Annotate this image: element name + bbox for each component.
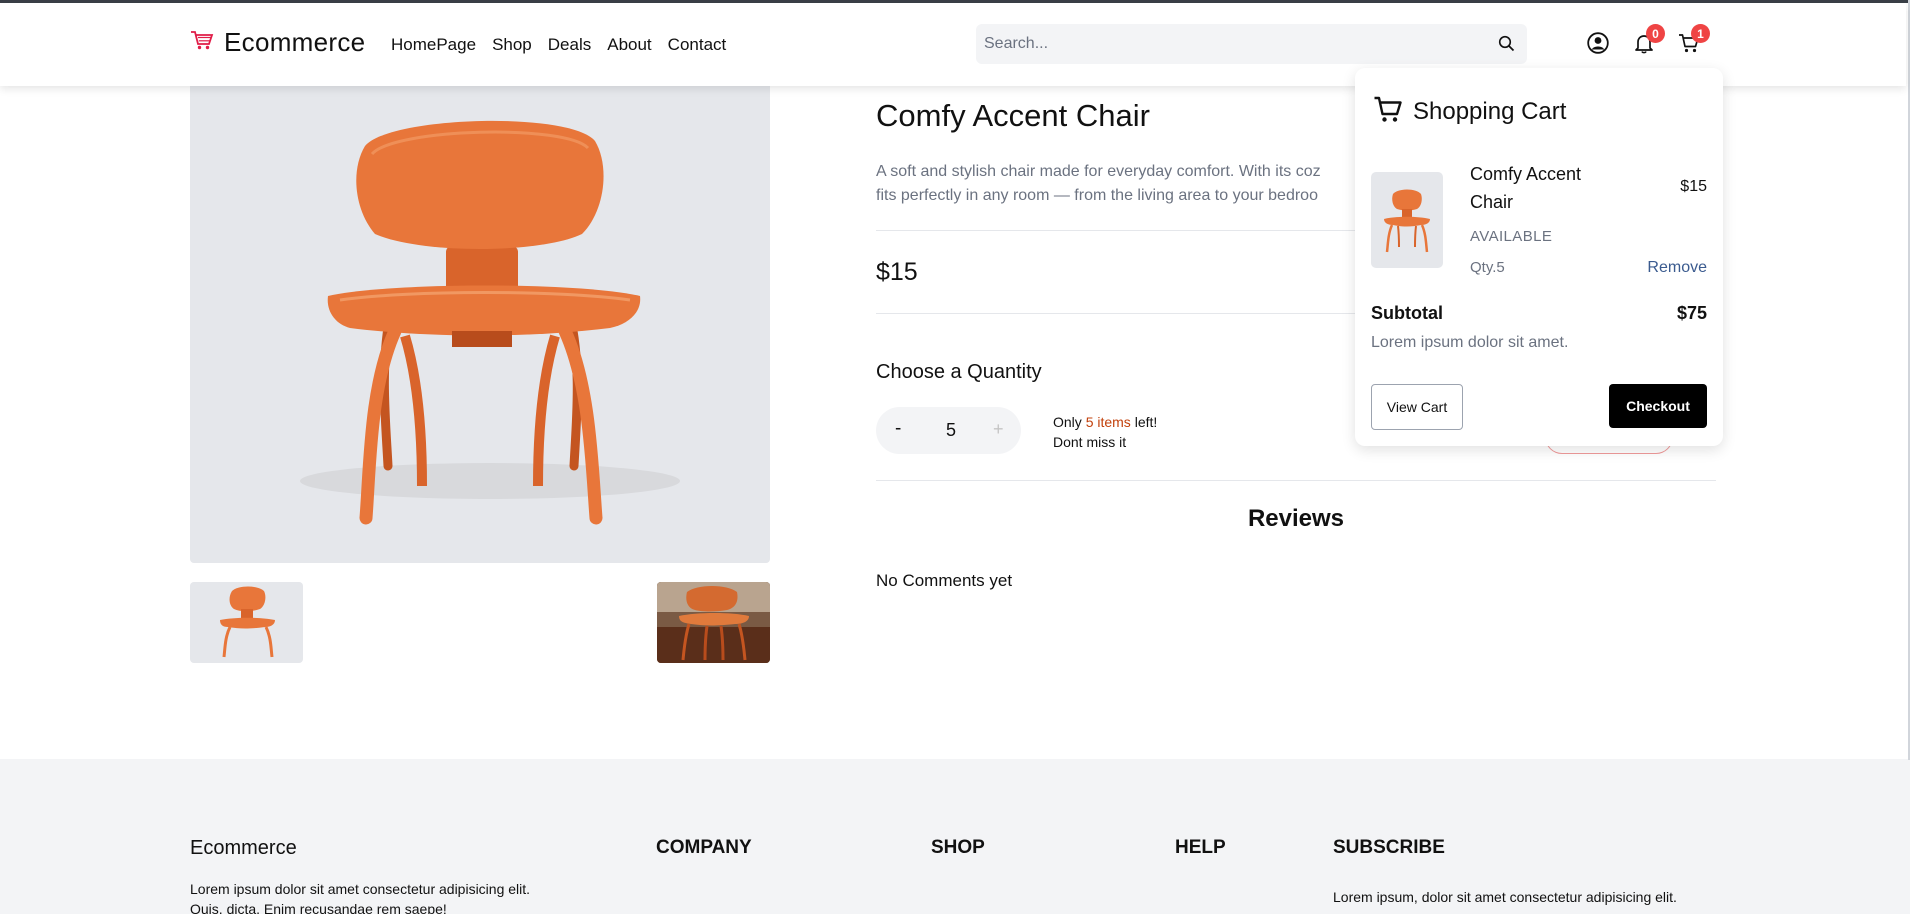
cart-logo-icon bbox=[190, 29, 214, 56]
shopping-cart-dropdown: Shopping Cart Comfy Accent Chair $15 AVA… bbox=[1355, 68, 1723, 446]
footer-heading-help: HELP bbox=[1175, 837, 1226, 858]
product-price: $15 bbox=[876, 258, 918, 286]
product-title: Comfy Accent Chair bbox=[876, 98, 1150, 133]
checkout-button[interactable]: Checkout bbox=[1609, 384, 1707, 428]
cart-item-image bbox=[1371, 172, 1443, 268]
product-description-line-2: fits perfectly in any room — from the li… bbox=[876, 187, 1318, 204]
footer-brand: Ecommerce bbox=[190, 837, 297, 859]
bell-icon bbox=[1633, 35, 1655, 58]
quantity-stepper: - 5 + bbox=[876, 407, 1021, 454]
footer-subscribe-text: Lorem ipsum, dolor sit amet consectetur … bbox=[1333, 889, 1677, 905]
search-bar bbox=[976, 24, 1527, 64]
product-thumbnail-2[interactable] bbox=[657, 582, 770, 663]
footer-about-line-2: Quis, dicta. Enim recusandae rem saepe! bbox=[190, 901, 447, 914]
subtotal-note: Lorem ipsum dolor sit amet. bbox=[1371, 334, 1569, 351]
quantity-decrement-button[interactable]: - bbox=[895, 418, 901, 440]
nav-about[interactable]: About bbox=[607, 35, 651, 55]
product-thumbnail-1[interactable] bbox=[190, 582, 303, 663]
cart-icon bbox=[1373, 94, 1403, 129]
user-icon[interactable] bbox=[1587, 32, 1609, 59]
stock-prefix: Only bbox=[1053, 414, 1086, 430]
notifications-button[interactable]: 0 bbox=[1633, 24, 1665, 59]
nav-homepage[interactable]: HomePage bbox=[391, 35, 476, 55]
quantity-increment-button[interactable]: + bbox=[993, 419, 1004, 440]
chair-image bbox=[300, 120, 680, 525]
cart-button[interactable]: 1 bbox=[1678, 24, 1710, 59]
cart-item-status: AVAILABLE bbox=[1470, 228, 1553, 245]
product-main-image bbox=[190, 86, 770, 563]
quantity-heading: Choose a Quantity bbox=[876, 361, 1042, 383]
search-icon[interactable] bbox=[1498, 35, 1515, 57]
product-description-line-1: A soft and stylish chair made for everyd… bbox=[876, 163, 1321, 180]
quantity-value[interactable]: 5 bbox=[941, 420, 961, 441]
brand-logo[interactable]: Ecommerce bbox=[190, 27, 365, 58]
cart-title: Shopping Cart bbox=[1413, 97, 1567, 125]
nav-shop[interactable]: Shop bbox=[492, 35, 532, 55]
divider bbox=[876, 480, 1716, 481]
product-description: A soft and stylish chair made for everyd… bbox=[876, 160, 1356, 208]
nav-deals[interactable]: Deals bbox=[548, 35, 591, 55]
footer-heading-subscribe: SUBSCRIBE bbox=[1333, 837, 1445, 858]
view-cart-button[interactable]: View Cart bbox=[1371, 384, 1463, 430]
site-footer: Ecommerce Lorem ipsum dolor sit amet con… bbox=[0, 759, 1910, 914]
cart-icon bbox=[1678, 34, 1700, 58]
reviews-heading: Reviews bbox=[1247, 505, 1345, 532]
footer-heading-company: COMPANY bbox=[656, 837, 752, 858]
brand-name: Ecommerce bbox=[224, 27, 366, 57]
remove-item-button[interactable]: Remove bbox=[1647, 259, 1707, 277]
reviews-empty-text: No Comments yet bbox=[876, 571, 1013, 590]
notifications-badge: 0 bbox=[1646, 24, 1665, 43]
stock-urgency: Dont miss it bbox=[1053, 434, 1127, 450]
cart-item-quantity: Qty.5 bbox=[1470, 259, 1505, 276]
stock-count: 5 items bbox=[1085, 414, 1131, 430]
stock-suffix: left! bbox=[1130, 414, 1158, 430]
footer-about-text: Lorem ipsum dolor sit amet consectetur a… bbox=[190, 879, 610, 914]
stock-notice: Only 5 items left! Dont miss it bbox=[1053, 412, 1157, 452]
main-nav: HomePage Shop Deals About Contact bbox=[391, 35, 726, 55]
cart-item-price: $15 bbox=[1680, 178, 1707, 195]
footer-about-line-1: Lorem ipsum dolor sit amet consectetur a… bbox=[190, 881, 531, 897]
search-input[interactable] bbox=[976, 24, 1476, 64]
subtotal-label: Subtotal bbox=[1371, 303, 1443, 323]
cart-header: Shopping Cart bbox=[1373, 94, 1566, 129]
nav-contact[interactable]: Contact bbox=[668, 35, 727, 55]
cart-item-name[interactable]: Comfy Accent Chair bbox=[1470, 160, 1620, 216]
subtotal-value: $75 bbox=[1676, 303, 1707, 323]
footer-heading-shop: SHOP bbox=[931, 837, 985, 858]
cart-badge: 1 bbox=[1691, 24, 1710, 43]
